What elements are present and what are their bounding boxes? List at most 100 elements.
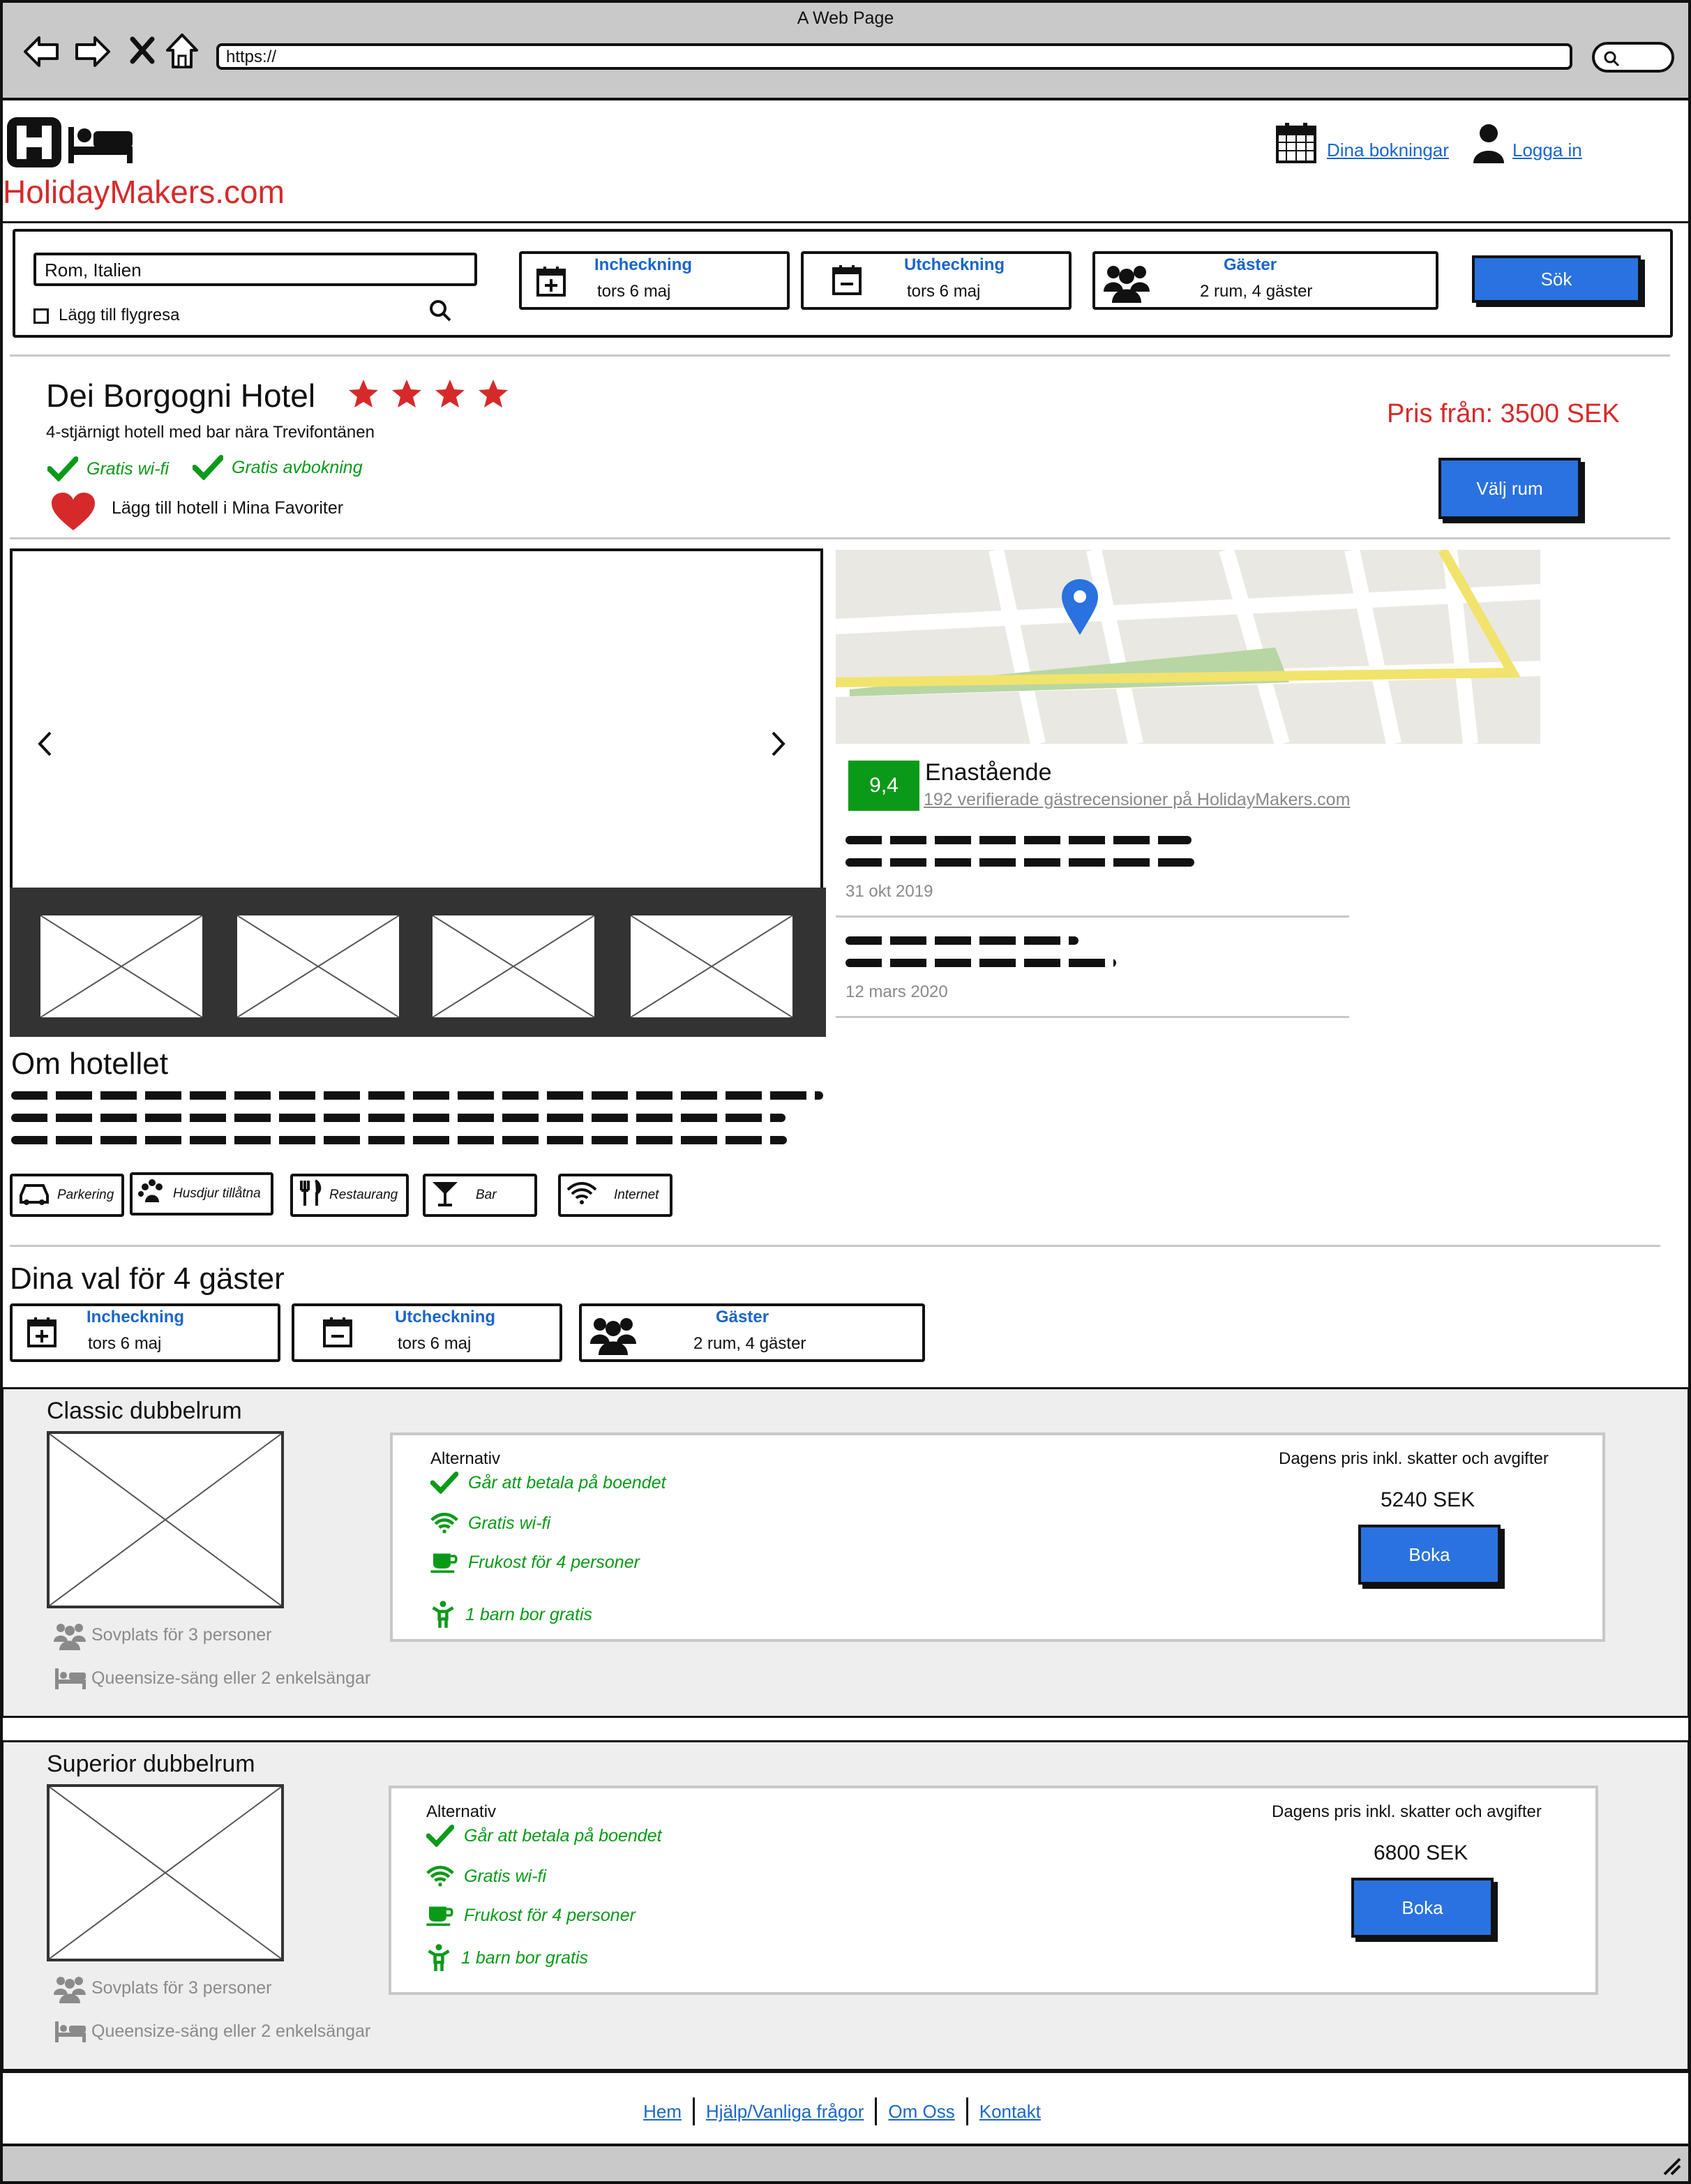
- chevron-left-icon[interactable]: [36, 730, 53, 758]
- review-date: 31 okt 2019: [846, 882, 933, 901]
- option-wifi: Gratis wi-fi: [430, 1512, 550, 1534]
- guests-field[interactable]: Gäster 2 rum, 4 gäster: [1092, 251, 1438, 310]
- cocktail-icon: [431, 1179, 459, 1211]
- choices-checkout-field[interactable]: Utcheckning tors 6 maj: [292, 1303, 562, 1362]
- about-text: [11, 1091, 823, 1100]
- photo-carousel[interactable]: [10, 548, 826, 1037]
- back-icon[interactable]: [22, 33, 60, 70]
- checkout-label: Utcheckning: [904, 255, 1005, 274]
- about-text: [11, 1136, 787, 1144]
- thumbnail-image[interactable]: [430, 913, 597, 1020]
- review-date: 12 mars 2020: [846, 982, 948, 1001]
- forward-icon[interactable]: [74, 33, 112, 70]
- browser-search-box[interactable]: [1592, 42, 1674, 73]
- room-image[interactable]: [47, 1431, 284, 1608]
- bed-icon: [54, 1667, 87, 1691]
- choices-checkin-label: Incheckning: [87, 1308, 185, 1326]
- alternatives-label: Alternativ: [426, 1802, 497, 1821]
- stop-icon[interactable]: [130, 36, 155, 64]
- paw-icon: [138, 1179, 166, 1209]
- chevron-right-icon[interactable]: [770, 730, 787, 758]
- address-bar[interactable]: https://: [216, 43, 1572, 70]
- browser-toolbar: A Web Page https://: [3, 3, 1688, 100]
- choices-checkout-value: tors 6 maj: [398, 1334, 472, 1353]
- search-icon[interactable]: [428, 299, 452, 322]
- destination-input[interactable]: Rom, Italien: [33, 253, 477, 286]
- favorite-label[interactable]: Lägg till hotell i Mina Favoriter: [112, 498, 343, 518]
- room-options-panel: Alternativ Går att betala på boendet Gra…: [389, 1786, 1598, 1995]
- home-icon[interactable]: [165, 32, 200, 70]
- guests-icon: [54, 1621, 86, 1650]
- search-button[interactable]: Sök: [1472, 255, 1641, 303]
- site-header: HolidayMakers.com Dina bokningar Logga i…: [3, 100, 1688, 223]
- room-card: Classic dubbelrum Sovplats för 3 persone…: [1, 1387, 1690, 1718]
- checkmark-icon: [47, 456, 79, 482]
- destination-value: Rom, Italien: [45, 260, 142, 281]
- checkin-value: tors 6 maj: [597, 282, 671, 301]
- star-icon: [349, 380, 378, 407]
- search-icon: [1603, 50, 1620, 67]
- option-label: 1 barn bor gratis: [461, 1947, 589, 1968]
- flight-checkbox[interactable]: [33, 308, 49, 324]
- amenity-label: Bar: [476, 1188, 497, 1202]
- option-label: 1 barn bor gratis: [465, 1604, 593, 1624]
- book-button[interactable]: Boka: [1351, 1878, 1494, 1938]
- review-text: [846, 959, 1116, 967]
- resize-grip-icon[interactable]: [1660, 2155, 1681, 2176]
- footer-border: [3, 2071, 1688, 2073]
- room-price: 5240 SEK: [1381, 1488, 1475, 1511]
- divider: [10, 354, 1670, 357]
- amenity-parking: Parkering: [10, 1174, 124, 1217]
- room-sleeps: Sovplats för 3 personer: [91, 1625, 272, 1645]
- amenity-label: Husdjur tillåtna: [173, 1186, 261, 1201]
- choices-guests-label: Gäster: [716, 1308, 769, 1326]
- star-rating: [347, 378, 509, 409]
- cutlery-icon: [299, 1179, 322, 1211]
- location-map[interactable]: [836, 550, 1540, 744]
- login-link[interactable]: Logga in: [1512, 140, 1582, 161]
- bed-icon: [54, 2020, 87, 2044]
- checkin-label: Incheckning: [594, 255, 693, 274]
- calendar-plus-icon: [536, 265, 566, 297]
- review-text: [846, 936, 1079, 945]
- option-label: Frukost för 4 personer: [468, 1552, 640, 1572]
- hotel-logo-icon[interactable]: [4, 114, 137, 170]
- thumbnail-image[interactable]: [38, 913, 205, 1020]
- reviews-count-link[interactable]: 192 verifierade gästrecensioner på Holid…: [924, 790, 1350, 810]
- room-bed: Queensize-säng eller 2 enkelsängar: [91, 1668, 371, 1688]
- site-logo-text[interactable]: HolidayMakers.com: [3, 173, 285, 211]
- about-title: Om hotellet: [11, 1047, 168, 1081]
- heart-icon[interactable]: [50, 491, 96, 532]
- price-from: Pris från: 3500 SEK: [1387, 399, 1620, 428]
- child-icon: [432, 1601, 454, 1628]
- group-icon: [1102, 261, 1151, 304]
- book-button[interactable]: Boka: [1358, 1525, 1501, 1585]
- amenity-label: Restaurang: [329, 1188, 398, 1202]
- checkout-value: tors 6 maj: [907, 282, 981, 301]
- checkout-field[interactable]: Utcheckning tors 6 maj: [801, 251, 1072, 310]
- room-bed: Queensize-säng eller 2 enkelsängar: [91, 2021, 371, 2041]
- room-card: Superior dubbelrum Sovplats för 3 person…: [1, 1740, 1690, 2071]
- calendar-minus-icon: [832, 264, 862, 296]
- coffee-cup-icon: [426, 1906, 453, 1927]
- thumbnail-image[interactable]: [628, 913, 795, 1020]
- wifi-icon: [426, 1866, 454, 1887]
- choices-guests-field[interactable]: Gäster 2 rum, 4 gäster: [579, 1303, 925, 1362]
- wifi-icon: [430, 1513, 458, 1534]
- footer-link-help[interactable]: Hjälp/Vanliga frågor: [695, 2101, 875, 2123]
- rating-word: Enastående: [925, 759, 1052, 786]
- checkin-field[interactable]: Incheckning tors 6 maj: [519, 251, 790, 310]
- choose-room-button[interactable]: Välj rum: [1438, 458, 1581, 519]
- checkmark-icon: [192, 455, 224, 481]
- my-bookings-link[interactable]: Dina bokningar: [1327, 140, 1449, 161]
- room-image[interactable]: [47, 1784, 284, 1961]
- footer-link-home[interactable]: Hem: [639, 2101, 693, 2123]
- footer-link-contact[interactable]: Kontakt: [968, 2101, 1052, 2123]
- choices-checkin-field[interactable]: Incheckning tors 6 maj: [10, 1303, 280, 1362]
- group-icon: [589, 1313, 638, 1356]
- option-child-free: 1 barn bor gratis: [426, 1943, 588, 1973]
- option-label: Går att betala på boendet: [468, 1472, 666, 1493]
- thumbnail-image[interactable]: [234, 913, 402, 1020]
- footer-link-about[interactable]: Om Oss: [877, 2101, 965, 2123]
- thumbnail-strip: [10, 888, 826, 1037]
